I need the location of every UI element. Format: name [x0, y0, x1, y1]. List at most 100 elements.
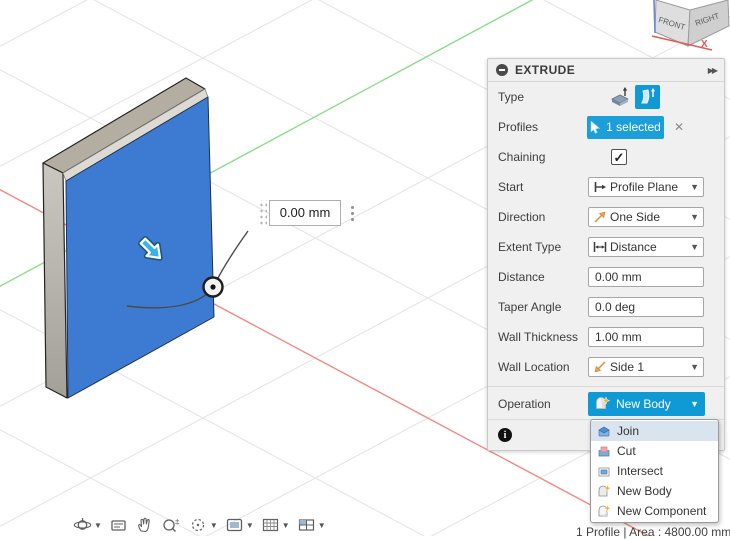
extrude-type-thin-button[interactable] — [635, 85, 660, 109]
dimension-options-icon[interactable] — [349, 204, 356, 223]
grid-icon — [262, 518, 278, 532]
wall-location-dropdown[interactable]: Side 1 ▼ — [588, 357, 704, 377]
wall-location-row: Wall Location Side 1 ▼ — [488, 352, 724, 382]
menu-item-new-body[interactable]: New Body — [591, 481, 718, 501]
new-body-icon — [598, 484, 611, 497]
navigation-toolbar: ▼ ± ▼ ▼ ▼ ▼ — [72, 514, 332, 536]
viewports-icon — [298, 519, 314, 531]
viewcube-z-axis — [653, 0, 656, 34]
wall-thickness-row: Wall Thickness 1.00 mm — [488, 322, 724, 352]
menu-item-cut[interactable]: Cut — [591, 441, 718, 461]
direction-row: Direction One Side ▼ — [488, 202, 724, 232]
side1-icon — [594, 361, 606, 373]
info-icon[interactable]: i — [498, 428, 512, 442]
start-label: Start — [498, 180, 524, 194]
profile-plane-icon — [594, 182, 606, 192]
menu-item-label: New Body — [617, 484, 672, 498]
chaining-label: Chaining — [498, 150, 546, 164]
chevron-down-icon: ▼ — [690, 362, 699, 372]
type-row: Type — [488, 82, 724, 112]
direction-label: Direction — [498, 210, 546, 224]
wall-location-label: Wall Location — [498, 360, 570, 374]
taper-angle-row: Taper Angle 0.0 deg — [488, 292, 724, 322]
extent-type-dropdown[interactable]: Distance ▼ — [588, 237, 704, 257]
grid-snaps-button[interactable]: ▼ — [260, 515, 291, 535]
start-row: Start Profile Plane ▼ — [488, 172, 724, 202]
extrude-type-solid-button[interactable] — [607, 85, 632, 109]
menu-item-label: Intersect — [617, 464, 664, 478]
type-label: Type — [498, 90, 525, 104]
viewports-button[interactable]: ▼ — [296, 515, 327, 535]
orbit-icon — [73, 518, 92, 530]
direction-dropdown[interactable]: One Side ▼ — [588, 207, 704, 227]
solid-extrude-icon — [610, 87, 629, 106]
extruded-body[interactable] — [42, 77, 215, 399]
rotate-manipulator-handle[interactable] — [202, 276, 224, 298]
operation-menu: Join Cut Intersect New Body New Componen… — [590, 419, 719, 523]
svg-text:±: ± — [175, 517, 180, 526]
extent-type-row: Extent Type Distance ▼ — [488, 232, 724, 262]
dialog-header[interactable]: EXTRUDE ▶▶ — [488, 59, 724, 82]
profiles-label: Profiles — [498, 120, 539, 134]
look-at-button[interactable] — [108, 515, 129, 535]
intersect-icon — [598, 467, 610, 477]
cut-icon — [598, 446, 610, 457]
extrude-dialog: EXTRUDE ▶▶ Type Profiles 1 selected ✕ Ch… — [487, 58, 725, 451]
thin-extrude-icon — [640, 88, 655, 104]
viewcube-x-axis-label: X — [701, 39, 708, 50]
pan-button[interactable] — [134, 515, 155, 535]
selection-status-text: 1 Profile | Area : 4800.00 mm^2 — [576, 525, 730, 539]
divider — [488, 386, 724, 387]
extent-type-label: Extent Type — [498, 240, 562, 254]
menu-item-intersect[interactable]: Intersect — [591, 461, 718, 481]
wall-thickness-input[interactable]: 1.00 mm — [588, 327, 704, 347]
profiles-selected-button[interactable]: 1 selected — [587, 115, 664, 139]
zoom-button[interactable]: ± — [160, 515, 183, 535]
dimension-input-group: 0.00 mm — [258, 200, 356, 226]
clear-selection-icon[interactable]: ✕ — [672, 120, 686, 134]
distance-extent-icon — [593, 242, 607, 252]
profiles-selected-count: 1 selected — [606, 120, 661, 134]
profiles-row: Profiles 1 selected ✕ — [488, 112, 724, 142]
start-dropdown[interactable]: Profile Plane ▼ — [588, 177, 704, 197]
fusion360-canvas: { "colors": { "accent": "#0f9ad6", "body… — [0, 0, 730, 539]
taper-angle-input[interactable]: 0.0 deg — [588, 297, 704, 317]
fit-button[interactable]: ▼ — [188, 515, 219, 535]
one-side-icon — [594, 211, 606, 223]
new-component-icon — [598, 504, 611, 517]
chevron-down-icon: ▼ — [690, 242, 699, 252]
new-body-icon — [596, 396, 610, 409]
start-value: Profile Plane — [610, 180, 679, 194]
distance-input[interactable]: 0.00 mm — [588, 267, 704, 287]
chevron-down-icon: ▼ — [209, 520, 218, 530]
body-left-face[interactable] — [42, 162, 68, 399]
menu-item-new-component[interactable]: New Component — [591, 501, 718, 521]
direction-value: One Side — [610, 210, 661, 224]
distance-dimension-input[interactable]: 0.00 mm — [269, 200, 341, 226]
look-at-icon — [111, 520, 126, 531]
menu-item-label: Cut — [617, 444, 636, 458]
dialog-title: EXTRUDE — [515, 63, 576, 77]
wall-location-value: Side 1 — [610, 360, 645, 374]
menu-item-label: New Component — [617, 504, 707, 518]
chaining-row: Chaining ✓ — [488, 142, 724, 172]
operation-value: New Body — [616, 397, 671, 411]
wall-thickness-label: Wall Thickness — [498, 330, 579, 344]
display-settings-button[interactable]: ▼ — [224, 515, 255, 535]
chaining-checkbox[interactable]: ✓ — [611, 149, 627, 165]
orbit-button[interactable]: ▼ — [72, 515, 103, 535]
chevron-down-icon: ▼ — [690, 399, 699, 409]
chevron-down-icon: ▼ — [690, 212, 699, 222]
collapse-icon[interactable] — [496, 64, 508, 76]
menu-item-join[interactable]: Join — [591, 421, 718, 441]
join-icon — [598, 426, 610, 437]
operation-dropdown[interactable]: New Body ▼ — [588, 392, 705, 416]
display-settings-icon — [226, 518, 242, 532]
drag-handle-icon[interactable] — [258, 200, 267, 226]
chevron-down-icon: ▼ — [281, 520, 290, 530]
extent-type-value: Distance — [610, 240, 657, 254]
viewcube[interactable]: FRONT RIGHT X — [644, 0, 730, 60]
distance-label: Distance — [498, 270, 545, 284]
dock-panel-icon[interactable]: ▶▶ — [708, 66, 718, 75]
cursor-icon — [590, 120, 601, 134]
